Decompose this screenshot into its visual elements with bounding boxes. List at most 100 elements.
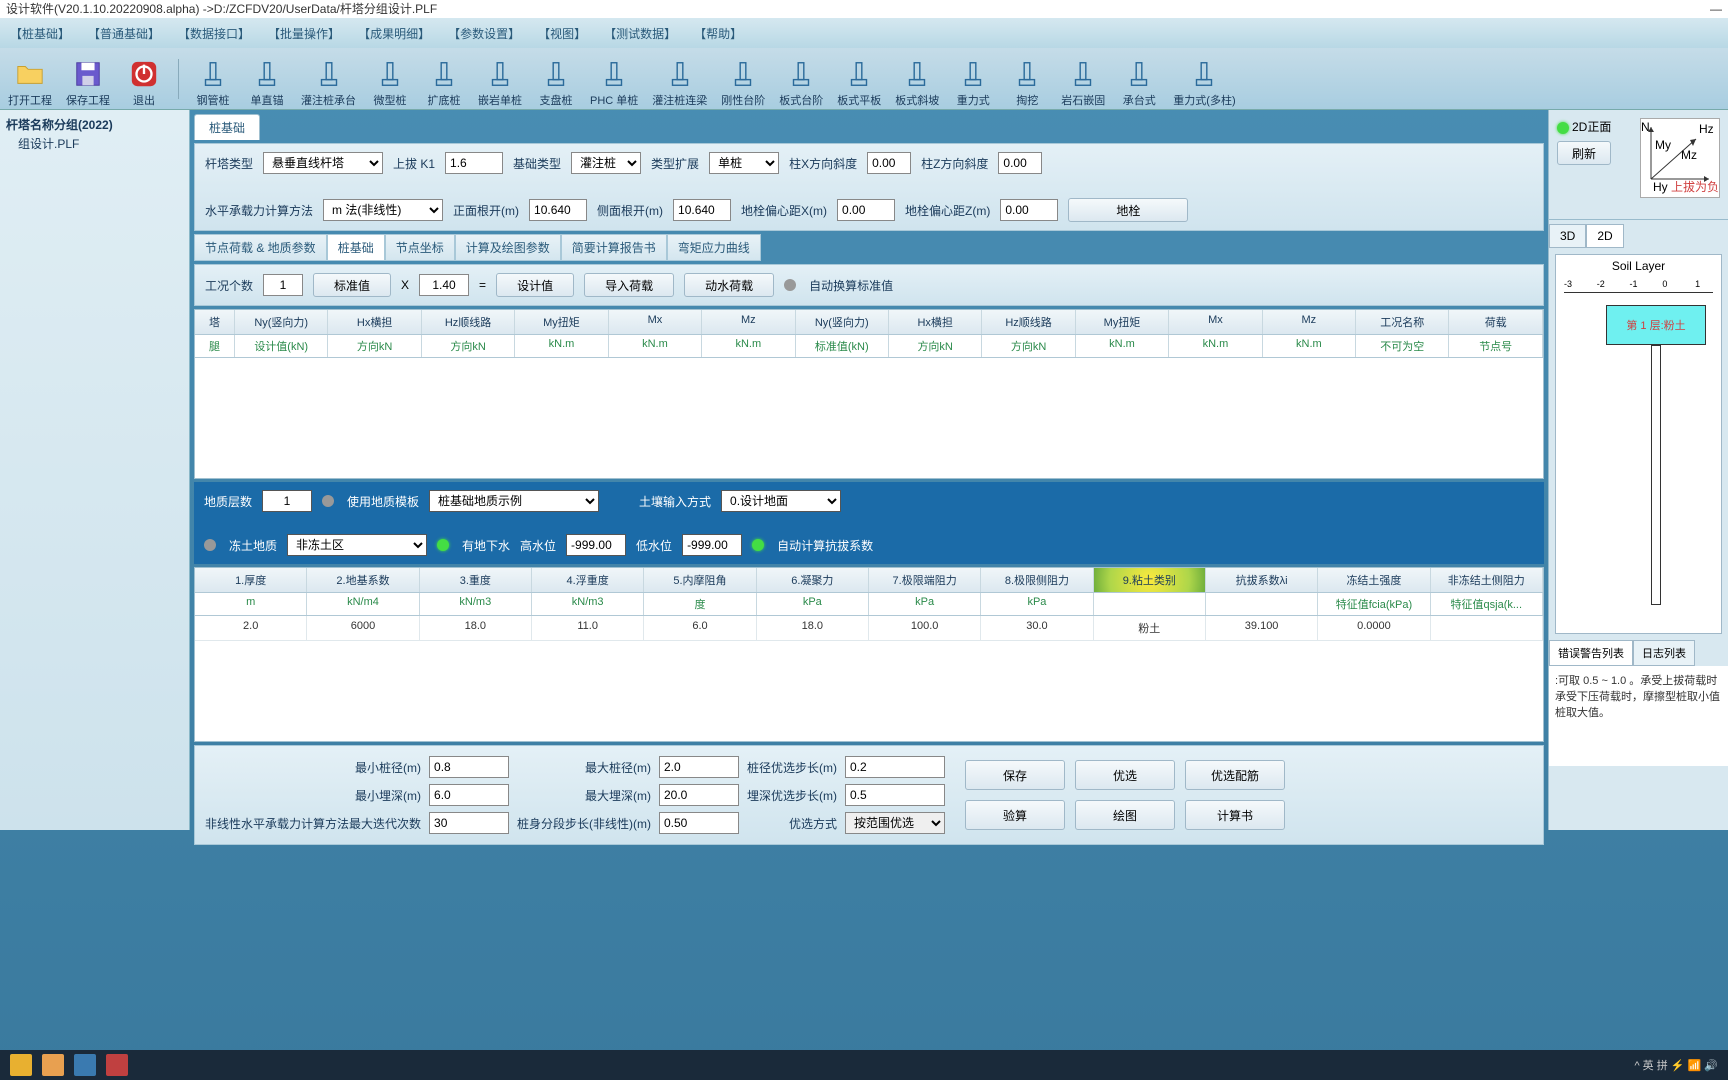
menu-item[interactable]: 【参数设置】 [448,25,520,42]
iter-input[interactable] [429,812,509,834]
method-select[interactable]: m 法(非线性) [323,199,443,221]
toolbar-保存工程[interactable]: 保存工程 [66,50,110,108]
task-icon-3[interactable] [74,1054,96,1076]
g2-cell[interactable]: 6000 [307,616,419,640]
ex-input[interactable] [837,199,895,221]
anchor-button[interactable]: 地栓 [1068,198,1188,222]
tree-root[interactable]: 杆塔名称分组(2022) [6,116,183,133]
dynamic-load-button[interactable]: 动水荷载 [684,273,774,297]
ext-select[interactable]: 单桩 [709,152,779,174]
g2-cell[interactable]: 18.0 [420,616,532,640]
g2-cell[interactable]: 39.100 [1206,616,1318,640]
subtab-1[interactable]: 桩基础 [327,234,385,261]
menu-item[interactable]: 【成果明细】 [358,25,430,42]
toolbar-打开工程[interactable]: 打开工程 [8,50,52,108]
input-mode-select[interactable]: 0.设计地面 [721,490,841,512]
toolbar-灌注桩连梁[interactable]: 灌注桩连梁 [652,50,707,108]
g2-cell[interactable]: 100.0 [869,616,981,640]
g2-cell[interactable]: 6.0 [644,616,756,640]
toolbar-岩石嵌固[interactable]: 岩石嵌固 [1061,50,1105,108]
toolbar-扩底桩[interactable]: 扩底桩 [424,50,464,108]
action-优选[interactable]: 优选 [1075,760,1175,790]
found-type-select[interactable]: 灌注桩 [571,152,641,174]
subtab-5[interactable]: 弯矩应力曲线 [667,234,761,261]
toolbar-钢管桩[interactable]: 钢管桩 [193,50,233,108]
action-计算书[interactable]: 计算书 [1185,800,1285,830]
task-icon-2[interactable] [42,1054,64,1076]
minimize-icon[interactable]: — [1710,0,1722,18]
mind-input[interactable] [429,756,509,778]
g2-cell[interactable]: 30.0 [981,616,1093,640]
maxl-input[interactable] [659,784,739,806]
case-count-input[interactable] [263,274,303,296]
action-绘图[interactable]: 绘图 [1075,800,1175,830]
toolbar-微型桩[interactable]: 微型桩 [370,50,410,108]
menu-item[interactable]: 【桩基础】 [10,25,70,42]
soil-grid[interactable]: 1.厚度2.地基系数3.重度4.浮重度5.内摩阻角6.凝聚力7.极限端阻力8.极… [194,567,1544,742]
menu-item[interactable]: 【数据接口】 [178,25,250,42]
action-验算[interactable]: 验算 [965,800,1065,830]
menu-item[interactable]: 【帮助】 [694,25,742,42]
toolbar-板式台阶[interactable]: 板式台阶 [779,50,823,108]
tab-pile-foundation[interactable]: 桩基础 [194,114,260,140]
ez-input[interactable] [1000,199,1058,221]
mode-select[interactable]: 按范围优选 [845,812,945,834]
view-tab-2D[interactable]: 2D [1586,224,1623,248]
menu-item[interactable]: 【批量操作】 [268,25,340,42]
g2-cell[interactable]: 11.0 [532,616,644,640]
front-view-radio[interactable] [1557,122,1569,134]
subtab-0[interactable]: 节点荷载 & 地质参数 [194,234,327,261]
lstep-input[interactable] [845,784,945,806]
g2-cell[interactable]: 18.0 [757,616,869,640]
toolbar-板式斜坡[interactable]: 板式斜坡 [895,50,939,108]
auto-uplift-radio[interactable] [752,539,764,551]
dstep-input[interactable] [845,756,945,778]
toolbar-灌注桩承台[interactable]: 灌注桩承台 [301,50,356,108]
toolbar-支盘桩[interactable]: 支盘桩 [536,50,576,108]
toolbar-嵌岩单桩[interactable]: 嵌岩单桩 [478,50,522,108]
toolbar-退出[interactable]: 退出 [124,50,164,108]
frozen-select[interactable]: 非冻土区 [287,534,427,556]
subtab-3[interactable]: 计算及绘图参数 [455,234,561,261]
toolbar-重力式[interactable]: 重力式 [953,50,993,108]
subtab-4[interactable]: 简要计算报告书 [561,234,667,261]
view-tab-3D[interactable]: 3D [1549,224,1586,248]
tree-item[interactable]: 组设计.PLF [6,135,183,152]
std-value-button[interactable]: 标准值 [313,273,391,297]
maxd-input[interactable] [659,756,739,778]
toolbar-重力式(多柱)[interactable]: 重力式(多柱) [1173,50,1235,108]
log-tab-1[interactable]: 日志列表 [1633,640,1695,666]
side-input[interactable] [673,199,731,221]
slopez-input[interactable] [998,152,1042,174]
hi-input[interactable] [566,534,626,556]
tower-type-select[interactable]: 悬垂直线杆塔 [263,152,383,174]
toolbar-刚性台阶[interactable]: 刚性台阶 [721,50,765,108]
template-select[interactable]: 桩基础地质示例 [429,490,599,512]
subtab-2[interactable]: 节点坐标 [385,234,455,261]
auto-convert-radio[interactable] [784,279,796,291]
menu-item[interactable]: 【测试数据】 [604,25,676,42]
layers-input[interactable] [262,490,312,512]
g2-cell[interactable]: 2.0 [195,616,307,640]
refresh-button[interactable]: 刷新 [1557,141,1611,165]
design-value-button[interactable]: 设计值 [496,273,574,297]
lo-input[interactable] [682,534,742,556]
g2-cell[interactable]: 粉土 [1094,616,1206,640]
toolbar-掏挖[interactable]: 掏挖 [1007,50,1047,108]
groundwater-radio[interactable] [437,539,449,551]
g2-cell[interactable]: 0.0000 [1318,616,1430,640]
action-保存[interactable]: 保存 [965,760,1065,790]
menu-item[interactable]: 【视图】 [538,25,586,42]
slopex-input[interactable] [867,152,911,174]
import-load-button[interactable]: 导入荷载 [584,273,674,297]
action-优选配筋[interactable]: 优选配筋 [1185,760,1285,790]
toolbar-板式平板[interactable]: 板式平板 [837,50,881,108]
toolbar-承台式[interactable]: 承台式 [1119,50,1159,108]
toolbar-PHC 单桩[interactable]: PHC 单桩 [590,50,638,108]
g2-cell[interactable] [1431,616,1543,640]
task-icon-4[interactable] [106,1054,128,1076]
use-template-radio[interactable] [322,495,334,507]
k1-input[interactable] [445,152,503,174]
menu-item[interactable]: 【普通基础】 [88,25,160,42]
log-tab-0[interactable]: 错误警告列表 [1549,640,1633,666]
